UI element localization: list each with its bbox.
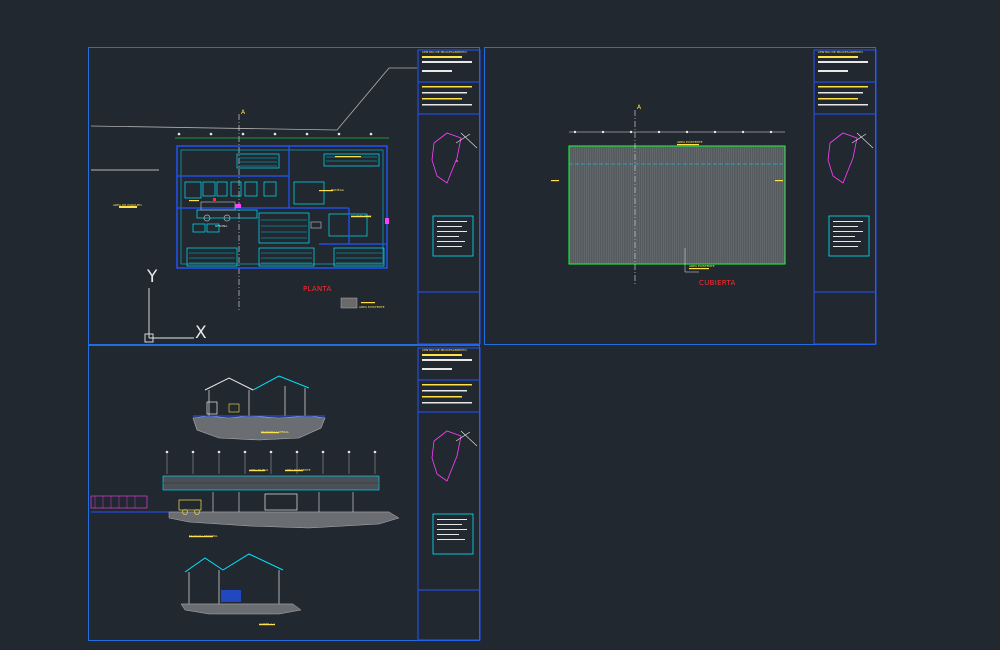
plan-label-existing: AREA EXISTENTE — [359, 305, 385, 309]
plan-drawing — [90, 49, 481, 345]
sheet-plan[interactable]: PLANTA A Y X AREA DE PARQUEO AREA EXISTE… — [88, 47, 481, 345]
plan-grid-axis: A — [241, 109, 246, 116]
sheet-sections[interactable]: FACHADA LATERAL FACHADA FRONTAL CORTE A-… — [88, 345, 481, 641]
roof-label-existing-top: AREA EXISTENTE — [677, 140, 703, 144]
roof-label-existing-bottom: AREA EXISTENTE — [689, 264, 715, 268]
section-label-existing: AREA EXISTENTE — [285, 468, 311, 472]
section-label-cut: CORTE A-A — [259, 622, 276, 626]
ucs-y-label: Y — [147, 267, 158, 287]
sections-tb-project: CENTRO DE PROCESAMIENTO — [422, 348, 467, 352]
plan-label-office: OFICINA — [215, 224, 228, 228]
plan-tb-project: CENTRO DE PROCESAMIENTO — [422, 50, 467, 54]
section-label-new-area: AREA NUEVA — [249, 468, 269, 472]
ucs-x-label: X — [195, 323, 207, 343]
plan-label-parking: AREA DE PARQUEO — [113, 203, 142, 207]
roof-tb-project: CENTRO DE PROCESAMIENTO — [818, 50, 863, 54]
sections-drawing — [90, 347, 481, 641]
roof-drawing — [551, 49, 877, 345]
roof-title: CUBIERTA — [699, 279, 736, 287]
plan-label-warehouse: BODEGA — [331, 188, 344, 192]
plan-title: PLANTA — [303, 285, 332, 293]
roof-grid-axis: A — [637, 104, 642, 111]
section-label-front: FACHADA FRONTAL — [189, 534, 218, 538]
plan-label-cold-room: CUARTO FRIO — [351, 214, 372, 218]
sheet-roof[interactable]: CUBIERTA A AREA EXISTENTE AREA EXISTENTE… — [484, 47, 877, 345]
section-label-lateral: FACHADA LATERAL — [261, 430, 290, 434]
